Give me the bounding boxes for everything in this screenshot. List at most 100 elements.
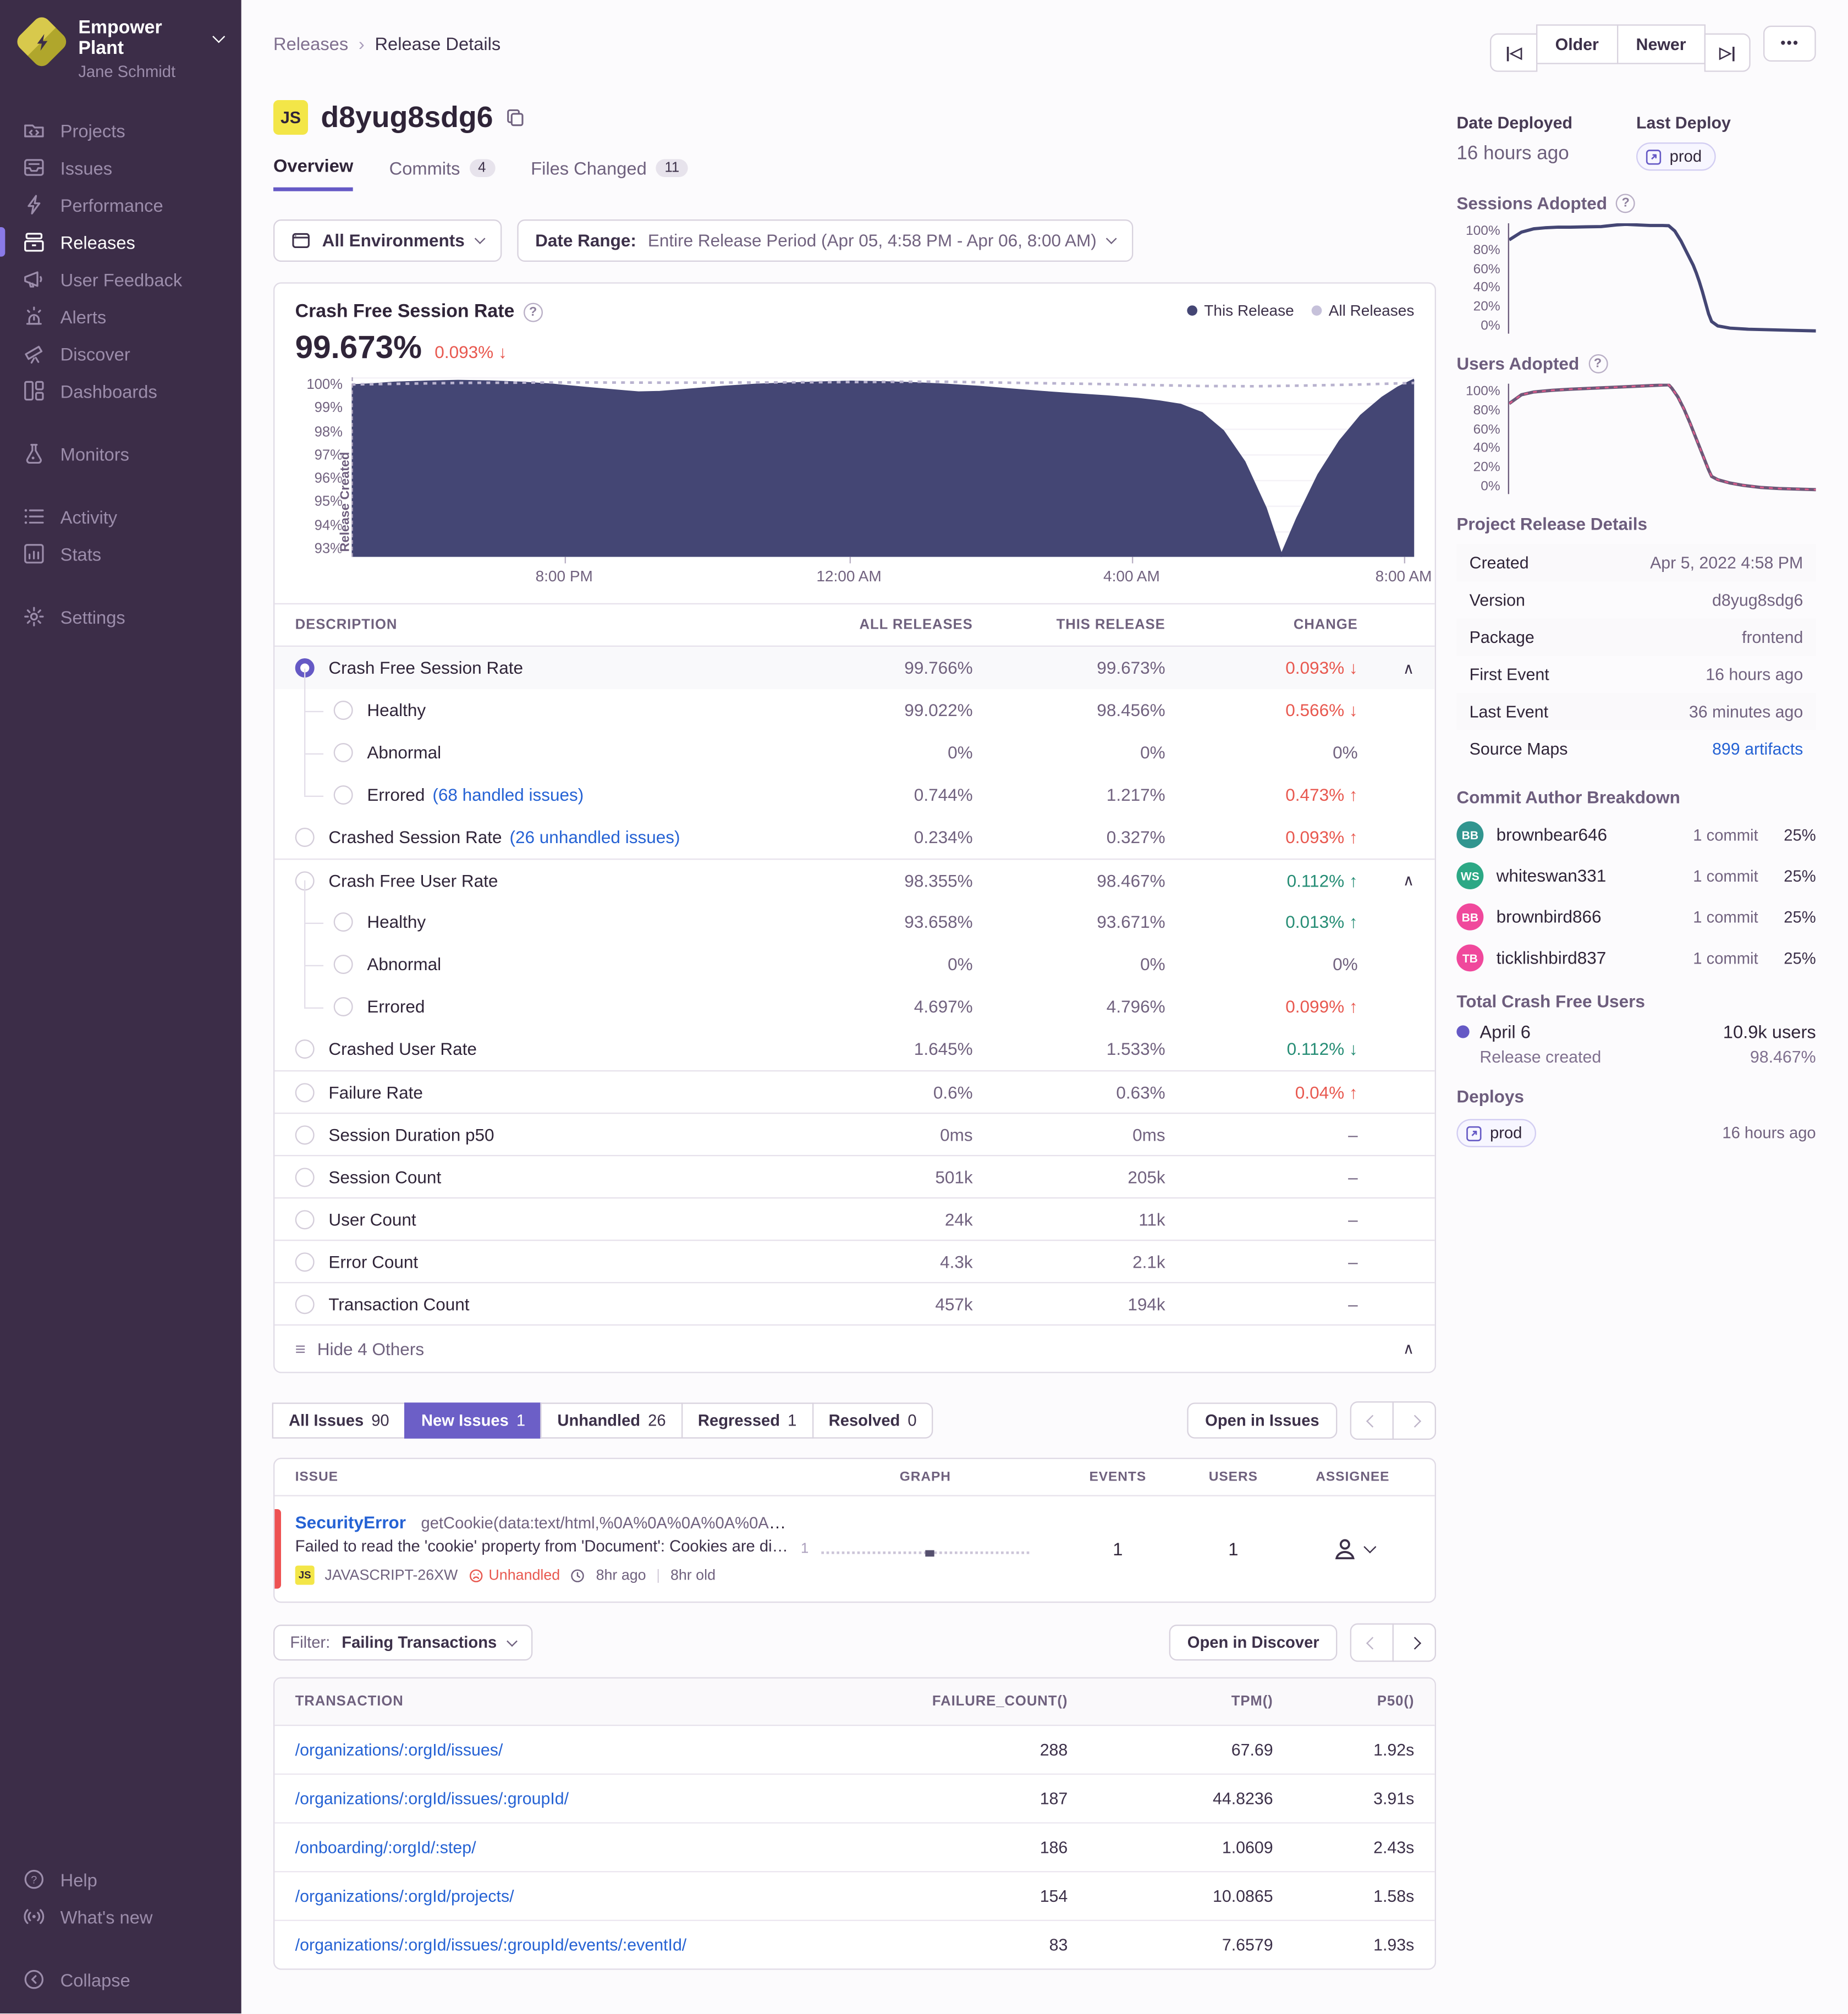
org-switcher[interactable]: Empower Plant Jane Schmidt [0,0,241,93]
prev-page-button[interactable] [1350,1401,1394,1440]
transaction-link[interactable]: /organizations/:orgId/issues/:groupId/ [295,1789,569,1808]
sidebar-item-stats[interactable]: Stats [0,535,241,573]
open-in-discover-button[interactable]: Open in Discover [1169,1624,1338,1661]
tab-overview[interactable]: Overview [273,155,354,191]
help-circle-icon[interactable]: ? [1588,354,1608,373]
metric-radio[interactable] [333,742,353,762]
sidebar-item-releases[interactable]: Releases [0,223,241,261]
metric-radio[interactable] [333,912,353,932]
last-release-button[interactable]: ▷| [1704,33,1751,72]
metric-row[interactable]: Session Count 501k 205k – ∧ [274,1154,1435,1197]
sidebar-item-whats-new[interactable]: What's new [0,1898,241,1935]
transaction-link[interactable]: /organizations/:orgId/issues/:groupId/ev… [295,1935,687,1955]
metric-radio[interactable] [295,1294,315,1314]
metric-row[interactable]: Abnormal 0% 0% 0% ∧ [274,711,1434,774]
metric-row[interactable]: Crash Free Session Rate 99.766% 99.673% … [274,646,1435,689]
issue-tab[interactable]: All Issues 90 [272,1402,406,1439]
sidebar-item-help[interactable]: ? Help [0,1861,241,1898]
metric-row[interactable]: Failure Rate 0.6% 0.63% 0.04% ↑ ∧ [274,1070,1435,1113]
issue-tab[interactable]: Resolved 0 [812,1402,933,1439]
transaction-filter-selector[interactable]: Filter: Failing Transactions [273,1624,533,1661]
first-release-button[interactable]: |◁ [1490,33,1537,72]
collapse-caret-icon[interactable]: ∧ [1403,871,1415,889]
transaction-row[interactable]: /organizations/:orgId/issues/:groupId/ 1… [274,1773,1435,1823]
issue-tab[interactable]: Unhandled 26 [541,1402,683,1439]
transaction-link[interactable]: /organizations/:orgId/projects/ [295,1886,514,1906]
help-circle-icon[interactable]: ? [523,302,543,322]
sidebar-item-discover[interactable]: Discover [0,335,241,372]
project-release-details: Created Apr 5, 2022 4:58 PM Version d8yu… [1456,544,1816,767]
metric-radio[interactable] [295,1082,315,1102]
metric-row[interactable]: Crashed Session Rate (26 unhandled issues… [274,816,1434,859]
tab-files-changed[interactable]: Files Changed 11 [531,155,689,191]
metric-row[interactable]: Session Duration p50 0ms 0ms – ∧ [274,1112,1435,1155]
prev-page-button[interactable] [1350,1623,1394,1662]
metric-radio[interactable] [333,700,353,720]
metric-issues-link[interactable]: (68 handled issues) [432,785,584,805]
newer-button[interactable]: Newer [1616,24,1706,64]
issue-tab[interactable]: New Issues 1 [404,1402,542,1439]
y-tick-label: 40% [1473,280,1500,296]
metric-row[interactable]: Errored (68 handled issues) 0.744% 1.217%… [274,753,1434,816]
sidebar-item-activity[interactable]: Activity [0,498,241,535]
prod-deploy-badge[interactable]: prod [1636,142,1716,171]
legend-label[interactable]: All Releases [1329,301,1415,320]
sidebar-item-user-feedback[interactable]: User Feedback [0,261,241,298]
broadcast-icon [24,1909,45,1924]
metric-radio[interactable] [333,785,353,805]
sidebar-item-performance[interactable]: Performance [0,186,241,223]
issue-assignee-selector[interactable] [1291,1536,1414,1562]
metric-radio[interactable] [333,954,353,974]
metric-change: – [1348,1252,1358,1272]
metric-radio[interactable] [295,1167,315,1187]
transaction-link[interactable]: /onboarding/:orgId/:step/ [295,1837,476,1857]
metric-radio[interactable] [295,1252,315,1272]
sidebar-item-projects[interactable]: Projects [0,112,241,149]
sidebar-item-dashboards[interactable]: Dashboards [0,372,241,410]
sidebar-item-monitors[interactable]: Monitors [0,435,241,472]
transaction-row[interactable]: /onboarding/:orgId/:step/ 186 1.0609 2.4… [274,1822,1435,1871]
hide-others-toggle[interactable]: ≡ Hide 4 Others ∧ [274,1324,1435,1372]
collapse-caret-icon[interactable]: ∧ [1403,659,1415,677]
sidebar-item-issues[interactable]: Issues [0,149,241,186]
metric-row[interactable]: Abnormal 0% 0% 0% ∧ [274,922,1434,986]
open-in-issues-button[interactable]: Open in Issues [1187,1402,1338,1439]
metric-radio[interactable] [295,1209,315,1229]
prod-deploy-badge[interactable]: prod [1456,1119,1537,1147]
metric-radio[interactable] [295,1039,315,1059]
next-page-button[interactable] [1392,1401,1436,1440]
issue-row[interactable]: SecurityError getCookie(data:text/html,%… [274,1496,1434,1602]
help-circle-icon[interactable]: ? [1616,194,1636,213]
more-options-button[interactable]: ••• [1764,25,1816,62]
metric-row[interactable]: Crash Free User Rate 98.355% 98.467% 0.1… [274,858,1435,901]
date-range-selector[interactable]: Date Range: Entire Release Period (Apr 0… [517,219,1134,262]
metric-row[interactable]: Transaction Count 457k 194k – ∧ [274,1281,1435,1324]
metric-radio[interactable] [295,1125,315,1144]
metric-row[interactable]: Error Count 4.3k 2.1k – ∧ [274,1239,1435,1282]
metric-issues-link[interactable]: (26 unhandled issues) [510,828,680,847]
next-page-button[interactable] [1392,1623,1436,1662]
metric-row[interactable]: Healthy 99.022% 98.456% 0.566% ↓ ∧ [274,668,1434,731]
legend-label[interactable]: This Release [1204,301,1294,320]
copy-icon[interactable] [506,108,525,127]
issue-title-link[interactable]: SecurityError [295,1513,406,1532]
metric-label: Transaction Count [328,1294,470,1314]
sidebar-item-alerts[interactable]: Alerts [0,298,241,335]
metric-row[interactable]: Errored 4.697% 4.796% 0.099% ↑ ∧ [274,965,1434,1028]
tab-commits[interactable]: Commits 4 [389,155,495,191]
metric-row[interactable]: Healthy 93.658% 93.671% 0.013% ↑ ∧ [274,880,1434,943]
metric-radio[interactable] [333,997,353,1016]
metric-row[interactable]: Crashed User Rate 1.645% 1.533% 0.112% ↓… [274,1028,1434,1070]
metric-row[interactable]: User Count 24k 11k – ∧ [274,1197,1435,1240]
transaction-row[interactable]: /organizations/:orgId/issues/ 288 67.69 … [274,1726,1434,1773]
environment-selector[interactable]: All Environments [273,219,502,262]
sidebar-item-collapse[interactable]: Collapse [0,1961,241,1998]
older-button[interactable]: Older [1536,24,1618,64]
sidebar-item-settings[interactable]: Settings [0,598,241,635]
transaction-row[interactable]: /organizations/:orgId/projects/ 154 10.0… [274,1870,1435,1920]
issue-tab[interactable]: Regressed 1 [681,1402,813,1439]
transaction-link[interactable]: /organizations/:orgId/issues/ [295,1740,503,1759]
breadcrumb-releases[interactable]: Releases [273,34,348,54]
transaction-row[interactable]: /organizations/:orgId/issues/:groupId/ev… [274,1919,1435,1969]
metric-radio[interactable] [295,827,315,847]
